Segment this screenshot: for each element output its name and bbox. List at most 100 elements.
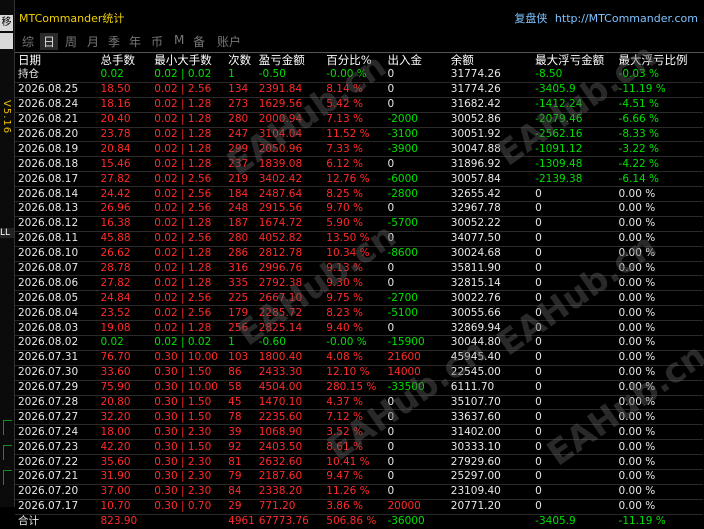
cell-pnl: 1839.08	[258, 156, 327, 173]
cell-dd: 0	[535, 469, 619, 485]
tab-9[interactable]: 账户	[214, 33, 244, 50]
cell-lots: 20.80	[100, 395, 155, 411]
title-links: 复盘侠 http://MTCommander.com	[510, 10, 698, 26]
column-header[interactable]: 百分比%	[326, 53, 387, 68]
table-row[interactable]: 2026.08.07 28.78 0.02 | 1.28 316 2996.76 9.13…	[15, 261, 703, 277]
cell-date: 2026.08.11	[15, 231, 101, 247]
cell-date: 2026.07.27	[15, 409, 101, 426]
cell-ddp: 0.00 %	[618, 201, 703, 217]
cell-bal: 32869.94	[450, 320, 536, 337]
table-row[interactable]: 2026.08.14 24.42 0.02 | 2.56 184 2487.64 8.25…	[15, 186, 703, 203]
window-title: MTCommander统计	[19, 12, 125, 25]
cell-ddp: 0.00 %	[618, 365, 703, 381]
column-header[interactable]: 最大浮亏金额	[535, 53, 618, 68]
cell-count: 335	[228, 275, 259, 292]
cell-minmax: 0.02 | 1.28	[154, 261, 229, 277]
cell-io: 0	[387, 454, 451, 471]
cell-count: 225	[228, 290, 259, 307]
column-header[interactable]: 次数	[228, 53, 259, 68]
cell-io: -3900	[387, 141, 451, 158]
table-row[interactable]: 持仓 0.02 0.02 | 0.02 1 -0.50 -0.00 % 0 31774.26-…	[15, 68, 703, 83]
tab-8[interactable]: 备	[190, 33, 208, 50]
table-row[interactable]: 2026.08.11 45.88 0.02 | 2.56 280 4052.82 13.5…	[15, 231, 703, 247]
cell-pct: 9.40 %	[326, 320, 388, 337]
table-row[interactable]: 2026.07.20 37.00 0.30 | 2.30 84 2338.20 11.26…	[15, 484, 703, 500]
cell-minmax: 0.30 | 10.00	[154, 350, 229, 366]
table-row[interactable]: 2026.07.30 33.60 0.30 | 1.50 86 2433.30 12.10…	[15, 365, 703, 381]
total-pnl: 67773.76	[258, 513, 327, 529]
cell-date: 2026.08.19	[15, 141, 101, 158]
cell-minmax: 0.30 | 2.30	[154, 484, 229, 500]
tab-1[interactable]: 日	[40, 33, 59, 50]
cell-bal: 33637.60	[450, 409, 536, 426]
cell-ddp: -6.14 %	[618, 171, 703, 188]
cell-pnl: 2403.50	[258, 439, 327, 456]
cell-minmax: 0.02 | 2.56	[154, 290, 229, 307]
table-row[interactable]: 2026.08.12 16.38 0.02 | 1.28 187 1674.72 5.90…	[15, 216, 703, 232]
table-row[interactable]: 2026.08.17 27.82 0.02 | 2.56 219 3402.42 12.7…	[15, 171, 703, 188]
cell-pnl: 2996.76	[258, 261, 327, 277]
tab-2[interactable]: 周	[62, 33, 80, 50]
table-row[interactable]: 2026.08.24 18.16 0.02 | 1.28 273 1629.56 5.42…	[15, 97, 703, 113]
move-button[interactable]: 移	[0, 15, 13, 31]
table-row[interactable]: 2026.08.20 23.78 0.02 | 1.28 247 3104.04 11.5…	[15, 127, 703, 143]
cell-pnl: 2285.72	[258, 305, 327, 322]
table-row[interactable]: 2026.07.31 76.70 0.30 | 10.00 103 1800.40 4.0…	[15, 350, 703, 366]
total-bal	[450, 513, 536, 529]
cell-pct: 8.23 %	[326, 305, 388, 322]
tab-3[interactable]: 月	[84, 33, 102, 50]
cell-io: 0	[387, 275, 451, 292]
table-row[interactable]: 2026.08.02 0.02 0.02 | 0.02 1 -0.60 -0.00 % -1…	[15, 335, 703, 351]
table-row[interactable]: 2026.08.25 18.50 0.02 | 2.56 134 2391.84 8.14…	[15, 82, 703, 98]
cell-pct: 7.13 %	[326, 112, 388, 128]
tab-6[interactable]: 币	[148, 33, 166, 50]
cell-minmax: 0.02 | 2.56	[154, 231, 229, 247]
table-row[interactable]: 2026.08.04 23.52 0.02 | 2.56 179 2285.72 8.23…	[15, 305, 703, 322]
cell-date: 持仓	[15, 68, 101, 83]
table-row[interactable]: 2026.07.23 42.20 0.30 | 1.50 92 2403.50 8.61 …	[15, 439, 703, 456]
toolbar-button-2[interactable]	[0, 33, 13, 49]
cell-count: 81	[228, 454, 259, 471]
table-row[interactable]: 2026.07.24 18.00 0.30 | 2.30 39 1068.90 3.52 …	[15, 424, 703, 441]
tab-7[interactable]: M	[171, 33, 187, 47]
column-header[interactable]: 总手数	[100, 53, 154, 68]
table-row[interactable]: 2026.08.18 15.46 0.02 | 1.28 237 1839.08 6.12…	[15, 156, 703, 173]
tab-4[interactable]: 季	[105, 33, 123, 50]
table-row[interactable]: 2026.08.19 20.84 0.02 | 1.28 299 2050.96 7.33…	[15, 141, 703, 158]
cell-count: 256	[228, 320, 259, 337]
tab-0[interactable]: 综	[19, 33, 37, 50]
column-header[interactable]: 日期	[15, 53, 100, 68]
tab-5[interactable]: 年	[126, 33, 144, 50]
table-row[interactable]: 2026.07.21 31.90 0.30 | 2.30 79 2187.60 9.47 …	[15, 469, 703, 485]
cell-count: 39	[228, 424, 259, 441]
table-row[interactable]: 2026.08.21 20.40 0.02 | 1.28 280 2000.94 7.13…	[15, 112, 703, 128]
table-row[interactable]: 2026.08.06 27.82 0.02 | 1.28 335 2792.38 9.30…	[15, 275, 703, 292]
table-row[interactable]: 2026.08.05 24.84 0.02 | 2.56 225 2667.10 9.75…	[15, 290, 703, 307]
table-row[interactable]: 2026.07.22 35.60 0.30 | 2.30 81 2632.60 10.41…	[15, 454, 703, 471]
table-row[interactable]: 2026.07.28 20.80 0.30 | 1.50 45 1470.10 4.37 …	[15, 395, 703, 411]
cell-date: 2026.07.23	[15, 439, 101, 456]
cell-bal: 35811.90	[450, 261, 536, 277]
table-row[interactable]: 2026.07.27 32.20 0.30 | 1.50 78 2235.60 7.12 …	[15, 409, 703, 426]
cell-pct: 3.52 %	[326, 424, 388, 441]
cell-ddp: 0.00 %	[618, 246, 703, 262]
website-link[interactable]: http://MTCommander.com	[555, 12, 698, 25]
cell-dd: -2079.46	[535, 112, 619, 128]
table-row[interactable]: 2026.08.10 26.62 0.02 | 1.28 286 2812.78 10.3…	[15, 246, 703, 262]
column-header[interactable]: 最大浮亏比例	[619, 53, 703, 68]
cell-ddp: 0.00 %	[618, 409, 703, 426]
table-row[interactable]: 2026.07.29 75.90 0.30 | 10.00 58 4504.00 280.…	[15, 380, 703, 396]
cell-count: 45	[228, 395, 259, 411]
cell-dd: -2562.16	[535, 127, 619, 143]
cell-pnl: 2812.78	[258, 246, 327, 262]
column-header[interactable]: 最小大手数	[154, 53, 228, 68]
cell-pct: 5.42 %	[326, 97, 388, 113]
column-header[interactable]: 余额	[451, 53, 535, 68]
column-header[interactable]: 出入金	[387, 53, 450, 68]
table-row[interactable]: 2026.08.03 19.08 0.02 | 1.28 256 2825.14 9.40…	[15, 320, 703, 337]
column-header[interactable]: 盈亏金额	[259, 53, 327, 68]
cell-dd: 0	[535, 275, 619, 292]
review-link[interactable]: 复盘侠	[514, 12, 547, 25]
table-row[interactable]: 2026.08.13 26.96 0.02 | 2.56 248 2915.56 9.70…	[15, 201, 703, 217]
cell-lots: 26.96	[100, 201, 155, 217]
